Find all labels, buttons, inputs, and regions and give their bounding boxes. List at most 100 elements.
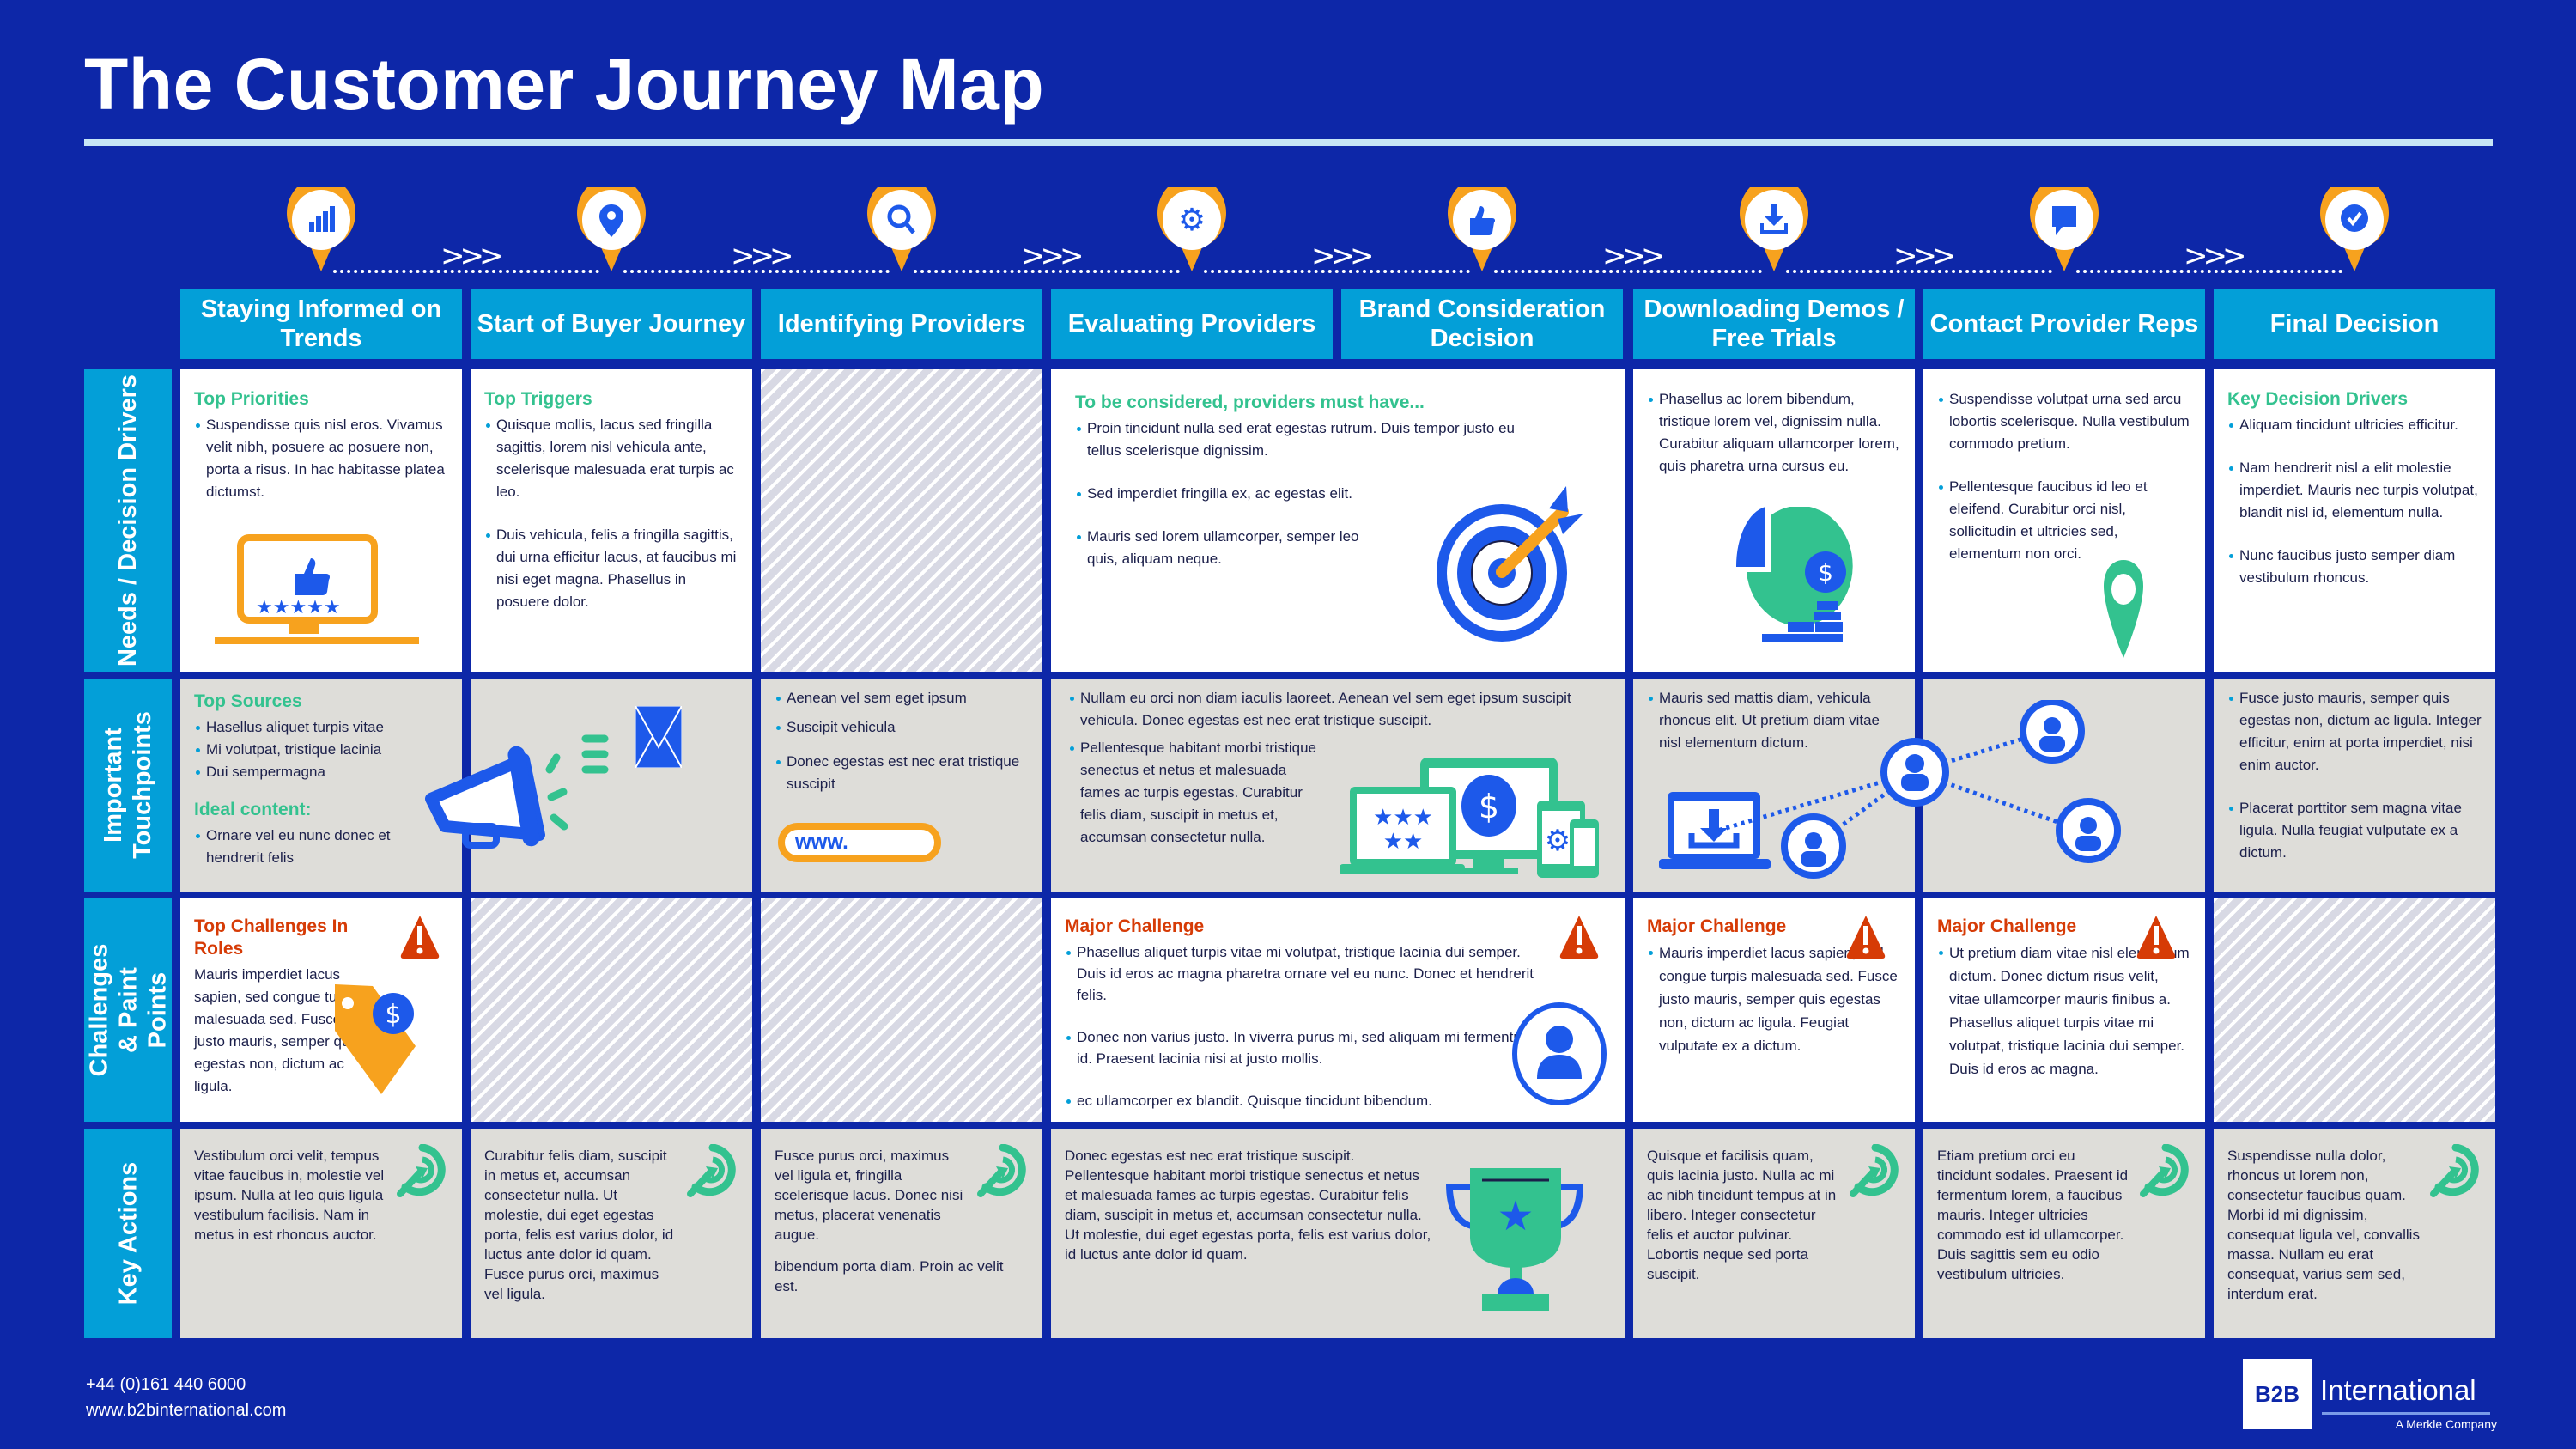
svg-text:⚙: ⚙ [1178,203,1206,238]
action-text: Suspendisse nulla dolor, rhoncus ut lore… [2227,1148,2420,1302]
bullet: Quisque mollis, lacus sed fringilla sagi… [484,414,738,503]
phone-number: +44 (0)161 440 6000 [86,1375,246,1394]
stage-header: Identifying Providers [761,289,1042,359]
challenges-identifying-empty [761,898,1042,1122]
target-arrow-icon [2430,1144,2482,1197]
thumbs-up-icon [1444,176,1520,271]
logo-name: International [2320,1374,2476,1406]
bullet: Nam hendrerit nisl a elit molestie imper… [2227,457,2482,524]
user-circle-icon [1511,1002,1607,1106]
bullet: Suspendisse volutpat urna sed arcu lobor… [1937,388,2191,455]
bullet: Ornare vel eu nunc donec et hendrerit fe… [194,825,448,869]
challenges-staying-informed: Top Challenges In Roles Mauris imperdiet… [180,898,462,1122]
needs-staying-informed: Top Priorities Suspendisse quis nisl ero… [180,369,462,672]
progress-arrows-icon: >>> [1602,239,1666,273]
challenges-final-empty [2214,898,2495,1122]
bullet: Donec non varius justo. In viverra purus… [1065,1026,1546,1069]
footer-contact: +44 (0)161 440 6000 www.b2binternational… [86,1372,286,1423]
envelope-icon [635,706,682,768]
action-text: Curabitur felis diam, suscipit in metus … [484,1148,674,1302]
monitor-thumbs-up-stars-icon: ★★★★★ [215,534,429,646]
touchpoints-final-decision: Fusce justo mauris, semper quis egestas … [2214,679,2495,892]
actions-staying-informed: Vestibulum orci velit, tempus vitae fauc… [180,1129,462,1338]
bullet: Suscipit vehicula [775,716,1029,739]
progress-arrows-icon: >>> [731,239,794,273]
bullet: Aenean vel sem eget ipsum [775,687,1029,709]
bullet: Duis vehicula, felis a fringilla sagitti… [484,524,738,613]
contact-network-icon [1717,700,2129,880]
logo-mark: B2B [2243,1359,2312,1429]
bullet: Proin tincidunt nulla sed erat egestas r… [1075,417,1539,462]
cell-heading: Major Challenge [1065,916,1205,936]
stage-header: Staying Informed on Trends [180,289,462,359]
progress-arrows-icon: >>> [1893,239,1957,273]
bullet: Ut pretium diam vitae nisl elementum dic… [1937,941,2191,1081]
cell-heading: To be considered, providers must have... [1075,393,1425,412]
action-text: Vestibulum orci velit, tempus vitae fauc… [194,1148,385,1243]
action-text: Fusce purus orci, maximus vel ligula et,… [775,1148,963,1243]
action-text: Quisque et facilisis quam, quis lacinia … [1647,1148,1837,1282]
action-text: Donec egestas est nec erat tristique sus… [1065,1148,1431,1263]
actions-contact-reps: Etiam pretium orci eu tincidunt sodales.… [1923,1129,2205,1338]
bullet: Fusce justo mauris, semper quis egestas … [2227,687,2482,776]
page-title: The Customer Journey Map [84,44,1045,125]
svg-text:$: $ [1818,558,1833,587]
target-arrow-icon [687,1144,738,1197]
cell-heading: Ideal content: [194,800,312,819]
bullet: Hasellus aliquet turpis vitae [194,716,448,739]
row-label: Key Actions [114,1161,142,1306]
touchpoints-evaluating-brand: Nullam eu orci non diam iaculis laoreet.… [1051,679,1625,892]
bullet: ec ullamcorper ex blandit. Quisque tinci… [1065,1090,1546,1111]
check-circle-icon [2317,176,2392,271]
bullet: Phasellus ac lorem bibendum, tristique l… [1647,388,1901,478]
stage-header: Evaluating Providers [1051,289,1333,359]
search-icon [864,176,939,271]
touchpoints-staying-informed: Top Sources Hasellus aliquet turpis vita… [180,679,462,892]
bullet: Phasellus aliquet turpis vitae mi volutp… [1065,941,1546,1006]
gear-icon: ⚙ [1154,176,1230,271]
needs-final-decision: Key Decision Drivers Aliquam tincidunt u… [2214,369,2495,672]
svg-text:★★★: ★★★ [1373,805,1433,831]
cell-heading: Top Triggers [484,389,592,409]
actions-final-decision: Suspendisse nulla dolor, rhoncus ut lore… [2214,1129,2495,1338]
cell-heading: Top Sources [194,691,302,711]
bullet: Aliquam tincidunt ultricies efficitur. [2227,414,2482,436]
row-label: Needs / Decision Drivers [114,374,143,667]
svg-text:★: ★ [1497,1192,1534,1240]
target-arrow-icon [1429,483,1601,646]
challenges-start-empty [471,898,752,1122]
warning-icon [1846,914,1886,960]
row-header-needs: Needs / Decision Drivers [84,369,172,672]
needs-contact-reps: Suspendisse volutpat urna sed arcu lobor… [1923,369,2205,672]
warning-icon [2136,914,2176,960]
cell-heading: Top Priorities [194,389,309,409]
stage-header: Final Decision [2214,289,2495,359]
logo-tagline: A Merkle Company [2395,1417,2497,1431]
svg-text:$: $ [1479,788,1499,825]
challenges-contact-reps: Major Challenge Ut pretium diam vitae ni… [1923,898,2205,1122]
bar-chart-icon [283,176,359,271]
challenges-evaluating-brand: Major Challenge Phasellus aliquet turpis… [1051,898,1625,1122]
stage-header: Start of Buyer Journey [471,289,752,359]
row-header-challenges: Challenges & Paint Points [84,898,172,1122]
company-logo: B2B International A Merkle Company [2243,1359,2497,1438]
bullet: Placerat porttitor sem magna vitae ligul… [2227,797,2482,864]
url-badge: www. [778,823,941,862]
bullet: Mauris sed lorem ullamcorper, semper leo… [1075,526,1384,570]
target-arrow-icon [1850,1144,1901,1197]
bullet: Nunc faucibus justo semper diam vestibul… [2227,545,2482,589]
challenges-downloading: Major Challenge Mauris imperdiet lacus s… [1633,898,1915,1122]
needs-identifying-empty [761,369,1042,672]
speech-bubble-icon [2026,176,2102,271]
actions-start-of-journey: Curabitur felis diam, suscipit in metus … [471,1129,752,1338]
touchpoints-identifying: Aenean vel sem eget ipsum Suscipit vehic… [761,679,1042,892]
needs-evaluating-brand: To be considered, providers must have...… [1051,369,1625,672]
website-link[interactable]: www.b2binternational.com [86,1397,286,1423]
progress-arrows-icon: >>> [440,239,504,273]
progress-arrows-icon: >>> [2184,239,2247,273]
trophy-icon: ★ [1437,1160,1592,1314]
bullet: Nullam eu orci non diam iaculis laoreet.… [1068,687,1601,732]
bullet: Pellentesque faucibus id leo et eleifend… [1937,476,2191,565]
bullet: Pellentesque habitant morbi tristique se… [1068,737,1326,849]
action-text: Etiam pretium orci eu tincidunt sodales.… [1937,1148,2129,1282]
